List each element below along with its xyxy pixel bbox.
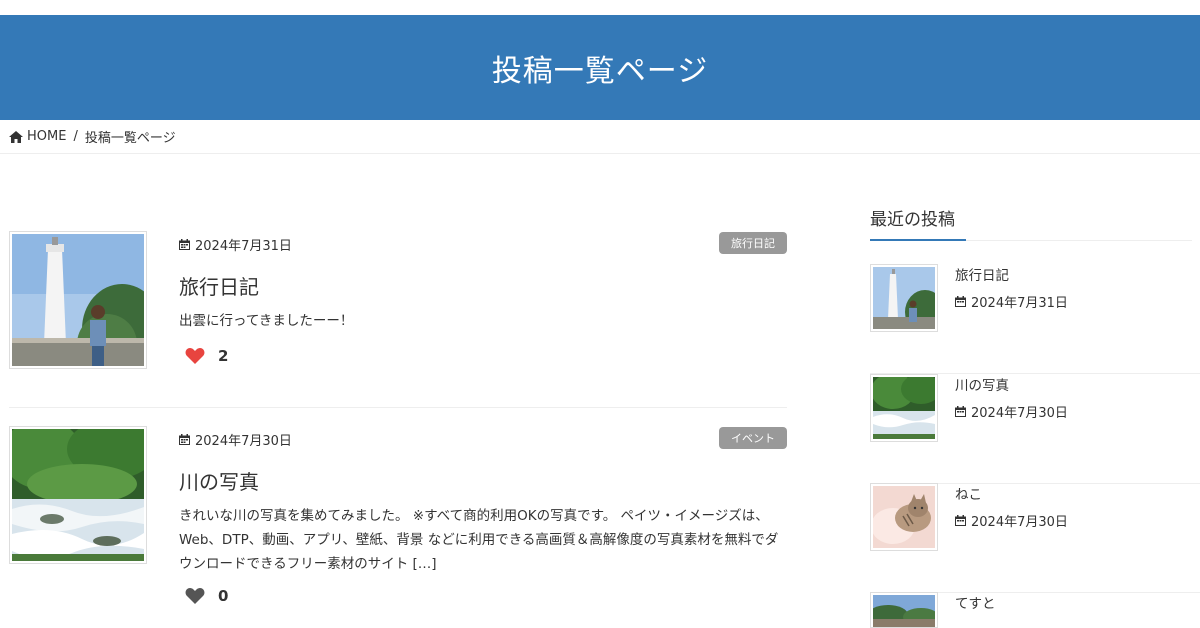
post-item: 2024年7月30日 イベント 川の写真 きれいな川の写真を集めてみました。 ※…: [9, 426, 787, 626]
recent-post-item[interactable]: てすと: [870, 592, 1200, 628]
recent-post-thumbnail[interactable]: [870, 264, 938, 332]
calendar-icon: [955, 515, 966, 526]
recent-post-item[interactable]: 旅行日記 2024年7月31日: [870, 264, 1200, 374]
page-title: 投稿一覧ページ: [491, 53, 709, 89]
recent-post-date: 2024年7月30日: [955, 511, 1068, 530]
post-date: 2024年7月31日: [179, 235, 292, 254]
recent-post-item[interactable]: ねこ 2024年7月30日: [870, 483, 1200, 593]
recent-post-item[interactable]: 川の写真 2024年7月30日: [870, 374, 1200, 484]
heart-icon: [185, 348, 205, 364]
sidebar-recent-posts: 最近の投稿 旅行日記 2024年7月31日 川の写真 2024年7月30日 ねこ…: [870, 205, 1200, 628]
recent-post-date: 2024年7月31日: [955, 292, 1068, 311]
like-button[interactable]: 0: [185, 587, 228, 605]
post-title[interactable]: 旅行日記: [179, 271, 259, 300]
sidebar-heading: 最近の投稿: [870, 205, 1192, 241]
post-thumbnail[interactable]: [9, 426, 147, 564]
breadcrumb: HOME / 投稿一覧ページ: [0, 120, 1200, 154]
post-excerpt: きれいな川の写真を集めてみました。 ※すべて商的利用OKの写真です。 ペイツ・イ…: [179, 508, 779, 572]
recent-post-title[interactable]: 旅行日記: [955, 264, 1009, 284]
post-date-text: 2024年7月31日: [195, 239, 292, 254]
like-count: 2: [218, 347, 229, 365]
breadcrumb-home-link[interactable]: HOME: [27, 129, 66, 144]
recent-post-thumbnail[interactable]: [870, 483, 938, 551]
category-badge[interactable]: 旅行日記: [719, 232, 787, 254]
post-date-text: 2024年7月30日: [195, 434, 292, 449]
recent-post-thumbnail[interactable]: [870, 592, 938, 628]
post-item: 2024年7月31日 旅行日記 旅行日記 出雲に行ってきましたーー！ 2: [9, 231, 787, 391]
home-icon: [9, 130, 23, 143]
category-badge[interactable]: イベント: [719, 427, 787, 449]
calendar-icon: [955, 296, 966, 307]
landscape-photo: [873, 595, 935, 627]
recent-post-date-text: 2024年7月30日: [971, 515, 1068, 530]
like-button[interactable]: 2: [185, 347, 228, 365]
recent-post-date-text: 2024年7月31日: [971, 296, 1068, 311]
recent-post-title[interactable]: 川の写真: [955, 374, 1009, 394]
post-thumbnail[interactable]: [9, 231, 147, 369]
breadcrumb-current: 投稿一覧ページ: [84, 131, 176, 146]
recent-post-title[interactable]: てすと: [955, 592, 996, 612]
post-excerpt: 出雲に行ってきましたーー！: [179, 313, 354, 329]
like-count: 0: [218, 587, 229, 605]
post-divider: [9, 407, 787, 408]
page-header: 投稿一覧ページ: [0, 15, 1200, 120]
recent-post-date: 2024年7月30日: [955, 402, 1068, 421]
calendar-icon: [955, 406, 966, 417]
river-photo: [873, 377, 935, 439]
recent-post-title[interactable]: ねこ: [955, 483, 982, 503]
lighthouse-photo: [873, 267, 935, 329]
recent-post-thumbnail[interactable]: [870, 374, 938, 442]
heart-icon: [185, 588, 205, 604]
cat-photo: [873, 486, 935, 548]
recent-post-date-text: 2024年7月30日: [971, 406, 1068, 421]
breadcrumb-separator: /: [73, 129, 78, 144]
calendar-icon: [179, 239, 190, 250]
post-date: 2024年7月30日: [179, 430, 292, 449]
post-title[interactable]: 川の写真: [179, 466, 259, 495]
calendar-icon: [179, 434, 190, 445]
lighthouse-photo: [12, 234, 144, 366]
river-photo: [12, 429, 144, 561]
